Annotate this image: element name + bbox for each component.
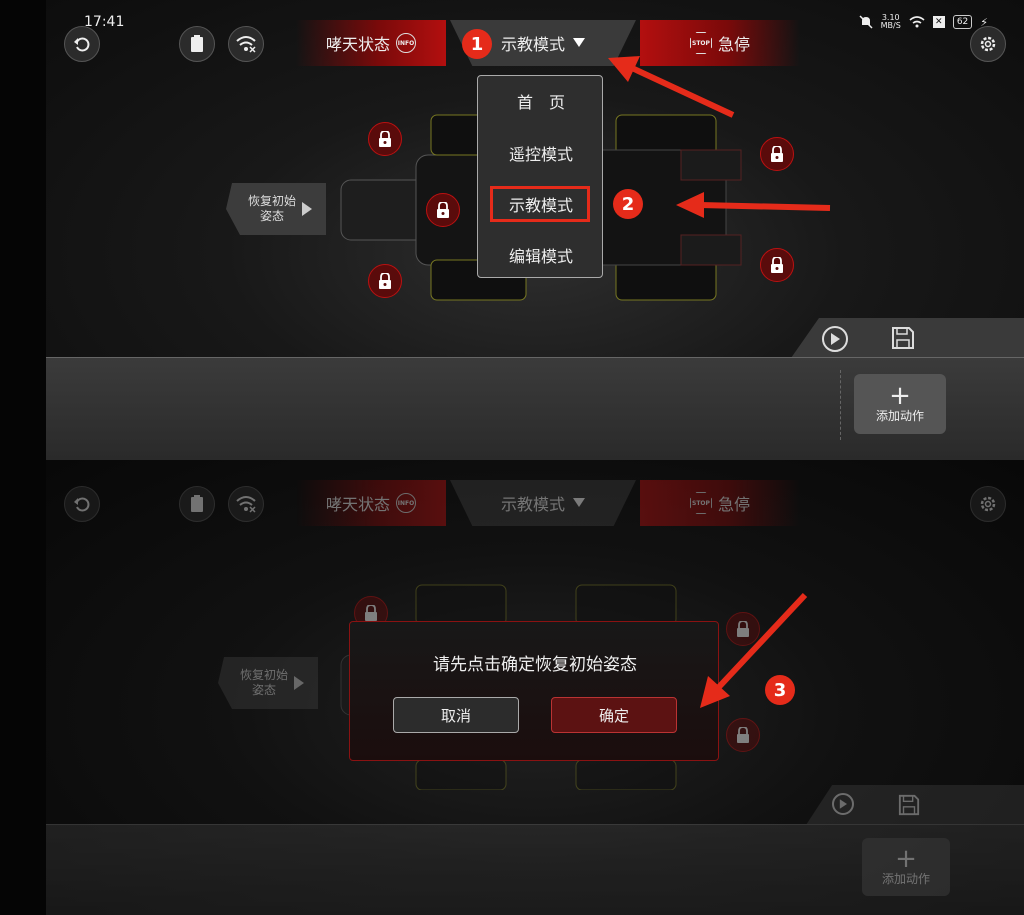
annotation-arrows — [608, 56, 831, 708]
arrow-step3 — [700, 592, 808, 708]
arrow-step2 — [676, 192, 831, 218]
arrow-step1 — [608, 56, 735, 118]
